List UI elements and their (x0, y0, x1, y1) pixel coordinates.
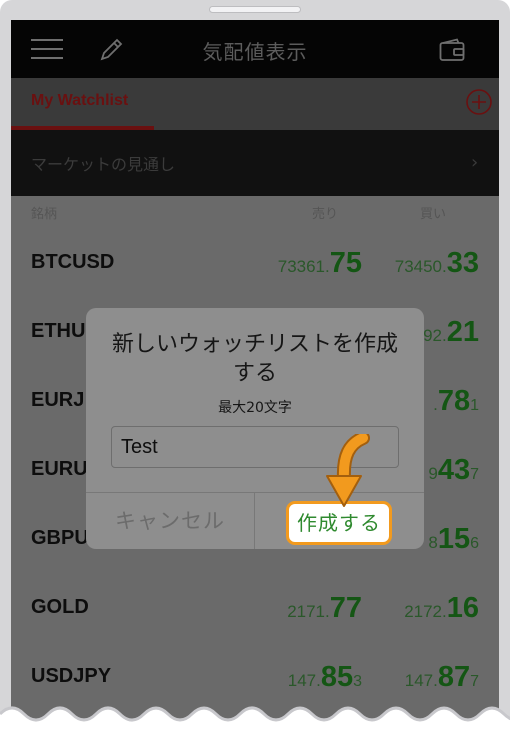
device-frame: 気配値表示 My Watchlist マーケットの見通し › 銘柄 売り 買い … (0, 0, 510, 741)
column-header-buy: 買い (420, 207, 447, 222)
dialog-title: 新しいウォッチリストを作成する (111, 332, 398, 386)
chevron-right-icon: › (471, 152, 479, 173)
row-symbol: GOLD (31, 596, 89, 618)
watchlist-tabbar: My Watchlist (11, 78, 499, 130)
sell-price: 2171.77 (287, 592, 362, 624)
market-outlook-row[interactable]: マーケットの見通し › (11, 130, 499, 196)
wallet-icon[interactable] (439, 38, 465, 62)
table-row[interactable]: GOLD 2171.77 2172.16 (11, 574, 499, 643)
row-symbol: USDJPY (31, 665, 112, 687)
buy-price: 2172.16 (404, 592, 479, 624)
buy-price: .781 (433, 385, 479, 417)
device-speaker (209, 6, 301, 13)
sell-price: 73361.75 (277, 247, 362, 279)
buy-price: 73450.33 (394, 247, 479, 279)
buy-price: 8156 (428, 523, 479, 555)
row-symbol: GBPU (31, 527, 89, 549)
plus-circle-icon[interactable] (465, 88, 493, 116)
torn-edge-divider (0, 706, 510, 741)
column-header-sell: 売り (312, 207, 339, 222)
tab-my-watchlist[interactable]: My Watchlist (31, 92, 128, 110)
buy-price: 9437 (428, 454, 479, 486)
table-row[interactable]: BTCUSD 73361.75 73450.33 (11, 229, 499, 298)
page-title: 気配値表示 (202, 40, 308, 64)
row-symbol: ETHU (31, 320, 86, 342)
dialog-subtitle: 最大20文字 (218, 400, 292, 416)
row-symbol: EURU (31, 458, 88, 480)
buy-price: 92.21 (423, 316, 479, 348)
app-screen: 気配値表示 My Watchlist マーケットの見通し › 銘柄 売り 買い … (11, 20, 499, 741)
market-outlook-label: マーケットの見通し (31, 155, 176, 174)
app-header: 気配値表示 (11, 20, 499, 78)
column-header-symbol: 銘柄 (31, 207, 58, 222)
row-symbol: BTCUSD (31, 251, 115, 273)
row-symbol: EURJ (31, 389, 85, 411)
dialog-button-divider (254, 492, 255, 549)
pointer-arrow-icon (326, 434, 370, 507)
cancel-button[interactable]: キャンセル (86, 493, 254, 549)
